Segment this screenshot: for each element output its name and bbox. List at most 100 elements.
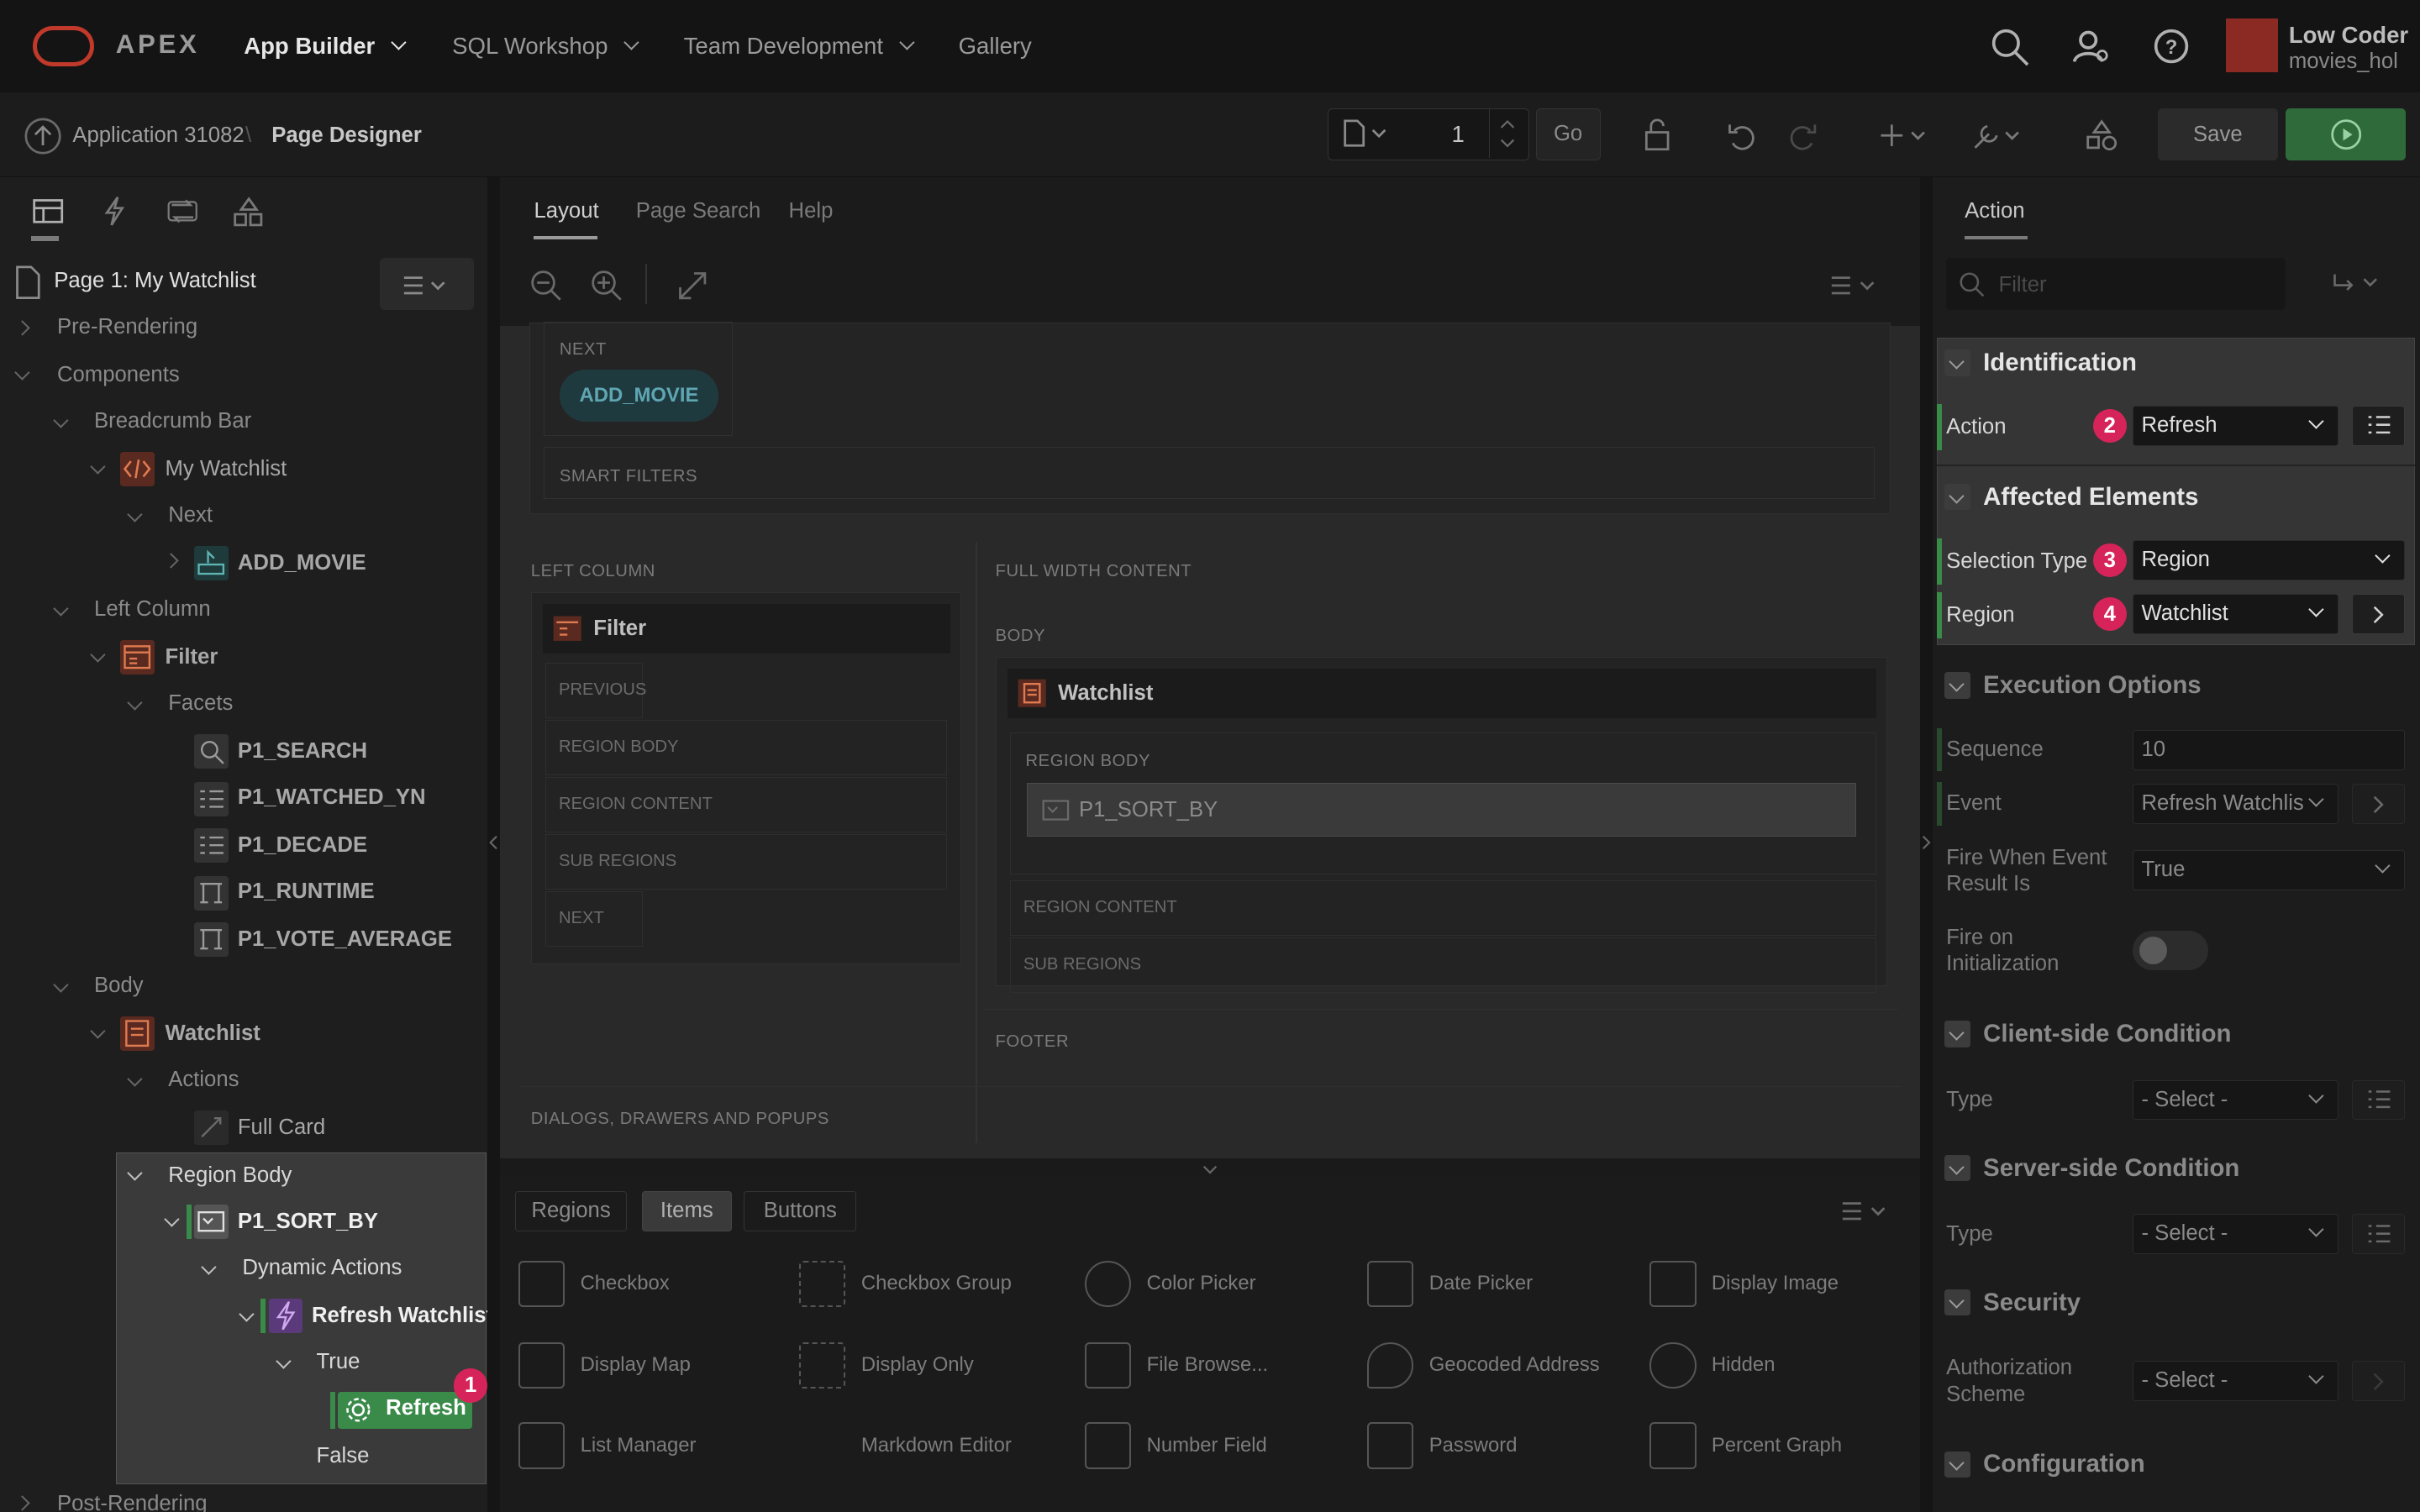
group-security[interactable]: Security (1944, 1289, 2081, 1317)
fire-on-initialization-toggle[interactable] (2133, 930, 2209, 971)
tree-p1-sort-by[interactable]: P1_SORT_BY (238, 1199, 378, 1245)
tree-menu-button[interactable] (379, 257, 474, 311)
tree-region-body[interactable]: Region Body (168, 1152, 292, 1199)
nav-sql-workshop[interactable]: SQL Workshop (452, 33, 639, 60)
gallery-item-percent-graph[interactable]: Percent Graph (1649, 1422, 1842, 1469)
watchlist-region-header[interactable]: Watchlist (1007, 669, 1876, 719)
tree-facet-item[interactable]: P1_WATCHED_YN (238, 774, 426, 821)
action-select[interactable]: Refresh (2133, 406, 2338, 446)
tree-dynamic-actions[interactable]: Dynamic Actions (242, 1245, 402, 1291)
dynamic-actions-tab-icon[interactable] (99, 196, 130, 227)
redo-icon[interactable] (1786, 118, 1819, 152)
user-settings-icon[interactable] (2071, 28, 2112, 68)
add-movie-button[interactable]: ADD_MOVIE (559, 369, 719, 423)
expand-arrows-icon[interactable] (676, 269, 709, 302)
tree-full-card[interactable]: Full Card (238, 1105, 325, 1151)
tree-facet-item[interactable]: P1_DECADE (238, 822, 367, 869)
gallery-item-display-map[interactable]: Display Map (518, 1341, 691, 1389)
gallery-item-color-picker[interactable]: Color Picker (1085, 1260, 1256, 1307)
breadcrumb-application[interactable]: Application 31082 (72, 123, 244, 148)
fire-when-select[interactable]: True (2133, 850, 2405, 890)
group-affected-elements[interactable]: Affected Elements (1944, 483, 2198, 512)
tree-facet-item[interactable]: P1_VOTE_AVERAGE (238, 916, 452, 963)
save-button[interactable]: Save (2157, 108, 2278, 160)
collapse-icon[interactable] (53, 412, 69, 428)
sequence-input[interactable]: 10 (2133, 729, 2405, 770)
group-execution-options[interactable]: Execution Options (1944, 671, 2202, 700)
shared-components-tab-icon[interactable] (232, 196, 266, 229)
go-button[interactable]: Go (1535, 108, 1601, 160)
tree-my-watchlist[interactable]: My Watchlist (166, 446, 287, 492)
nav-gallery[interactable]: Gallery (959, 33, 1032, 60)
tab-page-search[interactable]: Page Search (636, 199, 761, 223)
processing-tab-icon[interactable] (166, 196, 199, 227)
expand-icon[interactable] (14, 1495, 30, 1511)
zoom-out-icon[interactable] (529, 269, 563, 302)
gallery-item-date-picker[interactable]: Date Picker (1367, 1260, 1533, 1307)
tree-facet-item[interactable]: P1_RUNTIME (238, 869, 375, 915)
tab-help[interactable]: Help (789, 199, 834, 223)
gallery-item-display-only[interactable]: Display Only (799, 1341, 974, 1389)
collapse-icon[interactable] (90, 1023, 106, 1039)
filter-region-block[interactable]: Filter PREVIOUS REGION BODY REGION CONTE… (530, 592, 962, 964)
lock-icon[interactable] (1640, 118, 1674, 152)
page-number-input[interactable]: 1 (1451, 121, 1464, 148)
search-icon[interactable] (1991, 28, 2031, 68)
shared-components-icon[interactable] (2085, 118, 2118, 152)
tree-refresh-watchlist[interactable]: Refresh Watchlist (312, 1293, 493, 1339)
gallery-menu-icon[interactable] (1841, 1200, 1893, 1222)
server-type-select[interactable]: - Select - (2133, 1214, 2338, 1255)
gallery-item-number-field[interactable]: Number Field (1085, 1422, 1267, 1469)
expand-icon[interactable] (14, 320, 30, 336)
gallery-item-list-manager[interactable]: List Manager (518, 1422, 697, 1469)
collapse-icon[interactable] (127, 1071, 143, 1087)
rendering-tab-icon[interactable] (31, 196, 65, 227)
layout-menu-icon[interactable] (1830, 275, 1882, 297)
event-select[interactable]: Refresh Watchlis (2133, 784, 2338, 824)
tree-filter[interactable]: Filter (166, 634, 218, 680)
utilities-wrench-icon[interactable] (1970, 118, 2026, 152)
gallery-item-hidden[interactable]: Hidden (1649, 1341, 1775, 1389)
bottom-splitter[interactable] (500, 1158, 1920, 1178)
gallery-item-checkbox-group[interactable]: Checkbox Group (799, 1260, 1012, 1307)
selected-action-refresh[interactable]: Refresh (338, 1391, 473, 1429)
watchlist-region-block[interactable]: Watchlist REGION BODY P1_SORT_BY REGION … (995, 657, 1888, 993)
tree-watchlist[interactable]: Watchlist (166, 1011, 260, 1057)
create-menu-icon[interactable] (1876, 118, 1932, 152)
filter-region-header[interactable]: Filter (542, 604, 950, 654)
gallery-item-markdown-editor[interactable]: Markdown Editor (799, 1422, 1012, 1468)
group-configuration[interactable]: Configuration (1944, 1450, 2145, 1478)
page-selector[interactable]: 1 (1327, 108, 1530, 160)
right-splitter[interactable] (1919, 177, 1933, 1512)
collapse-icon[interactable] (53, 977, 69, 993)
go-to-group-icon[interactable] (2330, 271, 2386, 296)
tree-facets[interactable]: Facets (168, 680, 233, 727)
gallery-item-password[interactable]: Password (1367, 1422, 1518, 1469)
go-to-region-button[interactable] (2352, 594, 2405, 634)
up-arrow-icon[interactable] (24, 118, 61, 155)
tree-components[interactable]: Components (57, 352, 180, 398)
go-to-event-button[interactable] (2352, 784, 2405, 824)
page-stepper-icon[interactable] (1498, 117, 1517, 150)
tree-false[interactable]: False (317, 1433, 370, 1479)
zoom-in-icon[interactable] (590, 269, 623, 302)
undo-icon[interactable] (1725, 118, 1759, 152)
tree-left-column[interactable]: Left Column (94, 586, 211, 633)
left-splitter[interactable] (487, 177, 501, 1512)
tree-post-rendering[interactable]: Post-Rendering (57, 1481, 208, 1512)
collapse-icon[interactable] (90, 647, 106, 663)
help-icon[interactable]: ? (2153, 28, 2193, 68)
nav-team-development[interactable]: Team Development (684, 33, 915, 60)
tab-layout[interactable]: Layout (534, 199, 598, 223)
nav-app-builder[interactable]: App Builder (244, 33, 407, 60)
gallery-item-display-image[interactable]: Display Image (1649, 1260, 1839, 1307)
run-page-button[interactable] (2286, 108, 2407, 160)
tree-page-title[interactable]: Page 1: My Watchlist (54, 258, 255, 304)
gallery-tab-items[interactable]: Items (642, 1190, 732, 1231)
client-type-select[interactable]: - Select - (2133, 1079, 2338, 1121)
tree-true[interactable]: True (317, 1339, 360, 1385)
tree-pre-rendering[interactable]: Pre-Rendering (57, 304, 197, 350)
collapse-icon[interactable] (127, 507, 143, 522)
p1-sort-by-item[interactable]: P1_SORT_BY (1027, 783, 1856, 837)
gallery-item-geocoded-address[interactable]: Geocoded Address (1367, 1341, 1600, 1389)
